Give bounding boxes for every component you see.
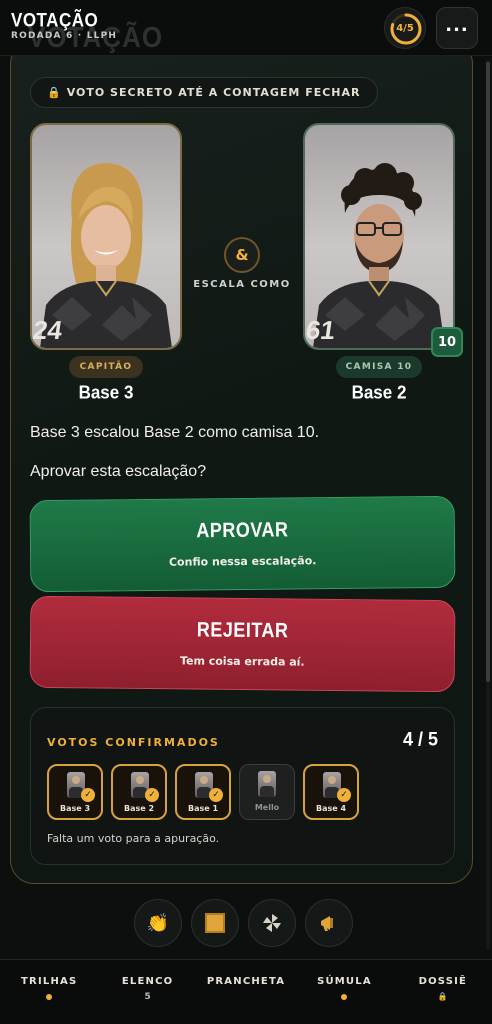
reject-label: REJEITAR xyxy=(196,617,289,642)
voters-list: ✓ Base 3 ✓ Base 2 ✓ Base 1 Mello ✓ Base … xyxy=(47,764,359,820)
voter-avatar: ✓ Base 4 xyxy=(303,764,359,820)
check-icon: ✓ xyxy=(81,788,95,802)
lock-icon: 🔒 xyxy=(437,992,448,1001)
svg-text:24: 24 xyxy=(32,315,65,345)
approval-question: Aprovar esta escalação? xyxy=(30,463,207,480)
captain-name: Base 3 xyxy=(78,382,134,403)
nav-label: TRILHAS xyxy=(21,976,78,987)
captain-portrait: 24 xyxy=(30,123,182,350)
reject-sub: Tem coisa errada aí. xyxy=(179,654,305,669)
voter-avatar: ✓ Base 3 xyxy=(47,764,103,820)
more-menu-button[interactable]: ... xyxy=(436,7,478,49)
shirt10-name: Base 2 xyxy=(351,382,407,403)
approve-button[interactable]: APROVAR Confio nessa escalação. xyxy=(29,495,456,593)
connector-label: ESCALA COMO xyxy=(193,279,291,290)
reject-button[interactable]: REJEITAR Tem coisa errada aí. xyxy=(29,595,456,693)
check-icon: ✓ xyxy=(209,788,223,802)
check-icon: ✓ xyxy=(145,788,159,802)
shirt10-role-pill: CAMISA 10 xyxy=(336,356,422,378)
avatar xyxy=(258,771,276,797)
page-title: VOTAÇÃO xyxy=(11,9,99,31)
nav-item-dossie[interactable]: DOSSIÊ 🔒 xyxy=(394,960,492,1024)
nav-label: ELENCO xyxy=(121,976,174,987)
lineup-statement: Base 3 escalou Base 2 como camisa 10. xyxy=(30,424,320,441)
reaction-bar: 👏 xyxy=(134,899,353,947)
shirt10-portrait: 61 xyxy=(303,123,455,350)
nav-count: 5 xyxy=(144,992,151,1002)
approve-label: APROVAR xyxy=(196,517,289,542)
app-header: VOTAÇÃO VOTAÇÃO RODADA 6 · LLPH 4/5 ... xyxy=(0,0,492,56)
shirt-number-badge: 10 xyxy=(431,327,463,357)
ellipsis-icon: ... xyxy=(445,14,469,36)
nav-item-sumula[interactable]: SÚMULA xyxy=(295,960,393,1024)
notification-dot xyxy=(46,994,53,1000)
secret-vote-text: VOTO SECRETO ATÉ A CONTAGEM FECHAR xyxy=(66,86,361,99)
votes-panel: VOTOS CONFIRMADOS 4 / 5 ✓ Base 3 ✓ Base … xyxy=(30,707,455,865)
voter-name: Base 4 xyxy=(315,804,347,813)
square-icon[interactable] xyxy=(191,899,239,947)
lock-icon: 🔒 xyxy=(47,86,61,99)
captain-role-pill: CAPITÃO xyxy=(69,356,143,378)
check-icon: ✓ xyxy=(337,788,351,802)
voter-avatar: ✓ Base 1 xyxy=(175,764,231,820)
bottom-nav: TRILHAS ELENCO 5 PRANCHETA SÚMULA DOSSIÊ… xyxy=(0,959,492,1024)
page-subtitle: RODADA 6 · LLPH xyxy=(11,31,118,41)
megaphone-icon[interactable] xyxy=(305,899,353,947)
secret-vote-notice: 🔒 VOTO SECRETO ATÉ A CONTAGEM FECHAR xyxy=(30,77,378,108)
nav-item-elenco[interactable]: ELENCO 5 xyxy=(98,960,196,1024)
voter-name: Base 2 xyxy=(123,804,155,813)
pinwheel-icon[interactable] xyxy=(248,899,296,947)
votes-title: VOTOS CONFIRMADOS xyxy=(47,736,220,749)
votes-note: Falta um voto para a apuração. xyxy=(47,832,220,845)
clap-icon[interactable]: 👏 xyxy=(134,899,182,947)
voter-name: Base 3 xyxy=(59,804,91,813)
nav-label: SÚMULA xyxy=(317,976,372,987)
votes-count: 4 / 5 xyxy=(402,727,438,750)
vote-progress-ring[interactable]: 4/5 xyxy=(384,7,426,49)
nav-item-prancheta[interactable]: PRANCHETA xyxy=(197,960,295,1024)
nav-label: PRANCHETA xyxy=(206,976,286,987)
nav-item-trilhas[interactable]: TRILHAS xyxy=(0,960,98,1024)
notification-dot xyxy=(341,994,348,1000)
vote-progress-text: 4/5 xyxy=(396,22,414,34)
svg-text:61: 61 xyxy=(305,315,337,345)
approve-sub: Confio nessa escalação. xyxy=(168,554,317,569)
voter-name: Mello xyxy=(254,803,280,812)
voter-avatar: ✓ Base 2 xyxy=(111,764,167,820)
voter-avatar-pending: Mello xyxy=(239,764,295,820)
nav-label: DOSSIÊ xyxy=(418,976,468,987)
scrollbar-thumb[interactable] xyxy=(486,62,490,682)
voter-name: Base 1 xyxy=(187,804,219,813)
ampersand-badge: & xyxy=(224,237,260,273)
